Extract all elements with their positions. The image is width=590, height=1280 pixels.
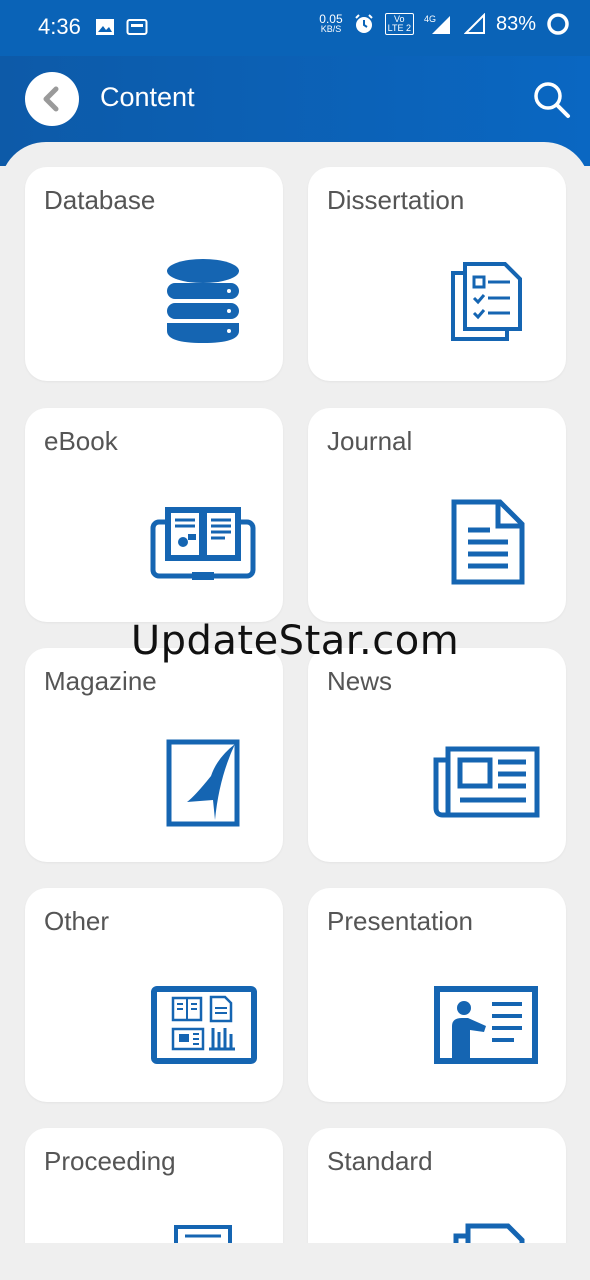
proceeding-icon [174, 1225, 232, 1243]
watermark: UpdateStar.com [130, 618, 460, 664]
category-label: Database [44, 185, 156, 215]
network-speed: 0.05 KB/S [319, 12, 343, 34]
back-button[interactable] [25, 72, 79, 126]
category-label: Magazine [44, 666, 157, 696]
category-label: Journal [327, 426, 413, 456]
battery-percent: 83% [495, 12, 536, 35]
category-card-news[interactable]: News [308, 648, 566, 862]
journal-icon [451, 499, 525, 585]
gallery-icon [96, 19, 114, 35]
category-label: Dissertation [327, 185, 465, 215]
category-label: eBook [44, 426, 118, 456]
search-icon[interactable] [532, 80, 572, 120]
database-icon [167, 259, 239, 343]
dissertation-icon [451, 262, 522, 341]
category-card-other[interactable]: Other [25, 888, 283, 1102]
category-card-magazine[interactable]: Magazine [25, 648, 283, 862]
message-icon [126, 19, 148, 35]
category-card-proceeding[interactable]: Proceeding [25, 1128, 283, 1243]
content-grid: Database Dissertation eBook Journal Maga… [0, 142, 590, 1243]
volte-badge: Vo LTE 2 [384, 13, 414, 35]
other-icon [151, 986, 257, 1064]
category-label: Standard [327, 1146, 433, 1176]
category-label: Proceeding [44, 1146, 176, 1176]
category-label: Other [44, 906, 110, 936]
standard-icon [453, 1223, 525, 1243]
alarm-icon [354, 14, 373, 33]
status-time: 4:36 [38, 14, 81, 39]
presentation-icon [434, 986, 538, 1064]
page-title: Content [100, 82, 195, 112]
signal-icon: 4G [424, 14, 450, 34]
signal-icon-2 [463, 13, 485, 34]
category-card-dissertation[interactable]: Dissertation [308, 167, 566, 381]
ebook-icon [150, 507, 256, 580]
newspaper-icon [433, 746, 540, 818]
svg-text:4G: 4G [424, 14, 436, 24]
category-card-presentation[interactable]: Presentation [308, 888, 566, 1102]
category-card-standard[interactable]: Standard [308, 1128, 566, 1243]
category-card-ebook[interactable]: eBook [25, 408, 283, 622]
bottom-edge [0, 1243, 590, 1280]
back-arrow-icon [43, 86, 59, 112]
category-label: Presentation [327, 906, 473, 936]
category-card-database[interactable]: Database [25, 167, 283, 381]
battery-ring-icon [547, 13, 569, 35]
category-label: News [327, 666, 393, 696]
category-card-journal[interactable]: Journal [308, 408, 566, 622]
status-bar: 4:36 0.05 KB/S Vo LTE 2 4G 83% [0, 0, 590, 56]
magazine-icon [166, 739, 240, 827]
status-icons: 0.05 KB/S Vo LTE 2 4G 83% [319, 12, 570, 36]
